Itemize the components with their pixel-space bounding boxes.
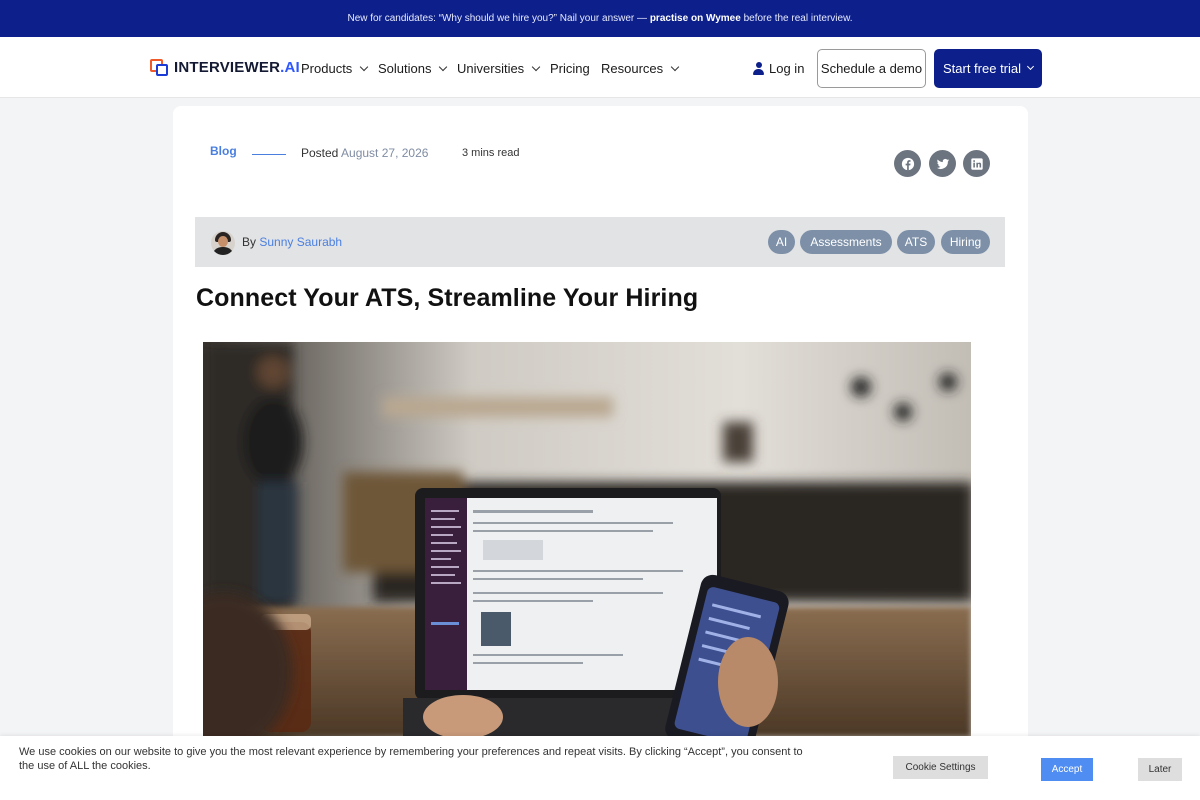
tag-ai[interactable]: AI [768, 230, 795, 254]
twitter-icon [936, 158, 949, 169]
announcement-suffix: before the real interview. [740, 13, 853, 24]
chevron-down-icon [670, 62, 680, 71]
logo-icon [150, 59, 168, 76]
announcement-bar[interactable]: New for candidates: “Why should we hire … [0, 0, 1200, 37]
accept-button[interactable]: Accept [1041, 758, 1093, 781]
nav-label: Pricing [550, 61, 590, 76]
announcement-link[interactable]: practise on Wymee [650, 13, 741, 24]
cookie-text: We use cookies on our website to give yo… [19, 746, 803, 772]
cookie-settings-button[interactable]: Cookie Settings [893, 756, 988, 779]
login-link[interactable]: Log in [753, 61, 804, 76]
later-button[interactable]: Later [1138, 758, 1182, 781]
start-free-trial-button[interactable]: Start free trial [934, 49, 1042, 88]
post-date: Posted August 27, 2026 [301, 146, 429, 160]
logo-text: INTERVIEWER.AI [174, 59, 300, 76]
tag-assessments[interactable]: Assessments [800, 230, 892, 254]
tag-ats[interactable]: ATS [897, 230, 935, 254]
login-label: Log in [769, 61, 805, 76]
hero-image [203, 342, 971, 737]
logo[interactable]: INTERVIEWER.AI [150, 59, 300, 76]
nav-products[interactable]: Products [301, 61, 369, 76]
chevron-down-icon [531, 62, 541, 71]
chevron-down-icon [439, 62, 448, 71]
avatar [211, 231, 235, 255]
chevron-down-icon [360, 62, 369, 71]
nav-solutions[interactable]: Solutions [378, 61, 448, 76]
schedule-demo-button[interactable]: Schedule a demo [817, 49, 926, 88]
chevron-down-icon [1026, 62, 1035, 71]
trial-label: Start free trial [942, 61, 1022, 76]
author-byline: By Sunny Saurabh [242, 235, 343, 249]
nav-label: Products [301, 61, 353, 76]
nav-pricing[interactable]: Pricing [550, 61, 590, 76]
tag-hiring[interactable]: Hiring [941, 230, 990, 254]
divider [252, 154, 286, 155]
nav-universities[interactable]: Universities [457, 61, 541, 76]
share-twitter-button[interactable] [929, 150, 956, 177]
post-title: Connect Your ATS, Streamline Your Hiring [196, 284, 699, 312]
read-time: 3 mins read [462, 147, 520, 159]
share-facebook-button[interactable] [894, 150, 921, 177]
nav-label: Solutions [378, 61, 432, 76]
facebook-icon [901, 157, 914, 170]
announcement-prefix: New for candidates: “Why should we hire … [347, 13, 650, 24]
nav-resources[interactable]: Resources [601, 61, 680, 76]
author-link[interactable]: Sunny Saurabh [259, 235, 342, 249]
nav-label: Resources [601, 61, 664, 76]
category-link[interactable]: Blog [210, 144, 237, 158]
nav-label: Universities [457, 61, 525, 76]
user-icon [753, 62, 764, 75]
linkedin-icon [970, 157, 983, 170]
share-linkedin-button[interactable] [963, 150, 990, 177]
